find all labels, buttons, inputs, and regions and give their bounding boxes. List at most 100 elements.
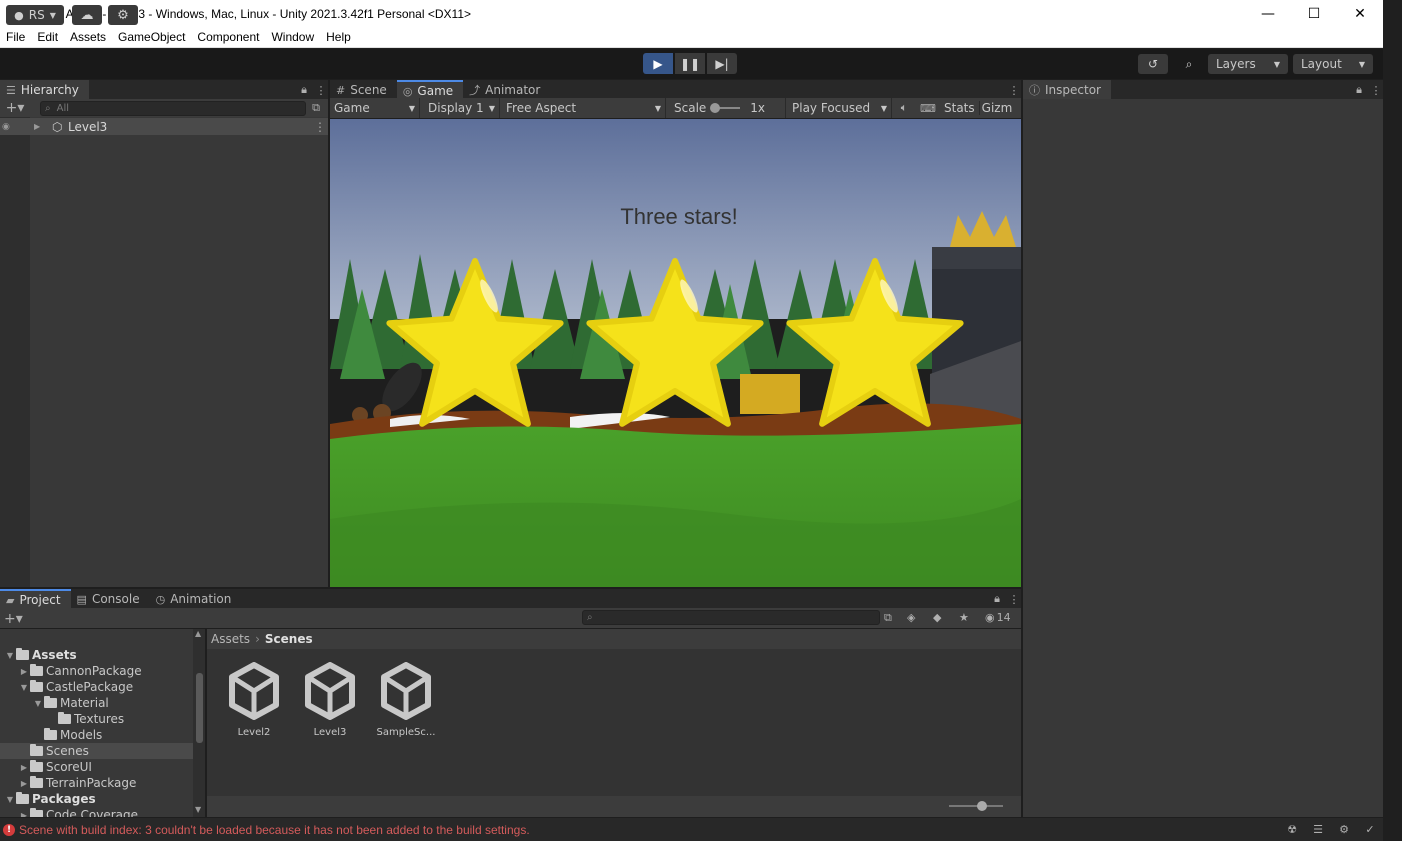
gizmos-button[interactable]: Gizm xyxy=(978,101,1015,115)
lock-icon[interactable]: 🔒︎ xyxy=(1349,80,1369,100)
status-error-message[interactable]: Scene with build index: 3 couldn't be lo… xyxy=(19,823,530,837)
search-button[interactable]: ⌕ xyxy=(1175,54,1203,74)
tree-item[interactable]: ▶ ScoreUI xyxy=(0,759,205,775)
cloud-button[interactable]: ☁ xyxy=(72,5,102,25)
play-mode-dropdown[interactable]: Play Focused ▼ xyxy=(786,98,892,118)
undo-history-button[interactable]: ↺ xyxy=(1138,54,1168,74)
auto-generate-lighting-icon[interactable]: ☢ xyxy=(1279,823,1305,836)
game-mode-dropdown[interactable]: Game ▼ xyxy=(330,98,420,118)
tree-item[interactable]: Models xyxy=(0,727,205,743)
more-options-icon[interactable]: ⋮ xyxy=(1369,80,1383,100)
search-scope-icon[interactable]: ⧉ xyxy=(884,611,892,625)
tab-inspector[interactable]: ⓘ Inspector xyxy=(1023,80,1111,100)
scene-asset[interactable]: SampleSc... xyxy=(374,662,438,738)
chevron-down-icon[interactable]: ▼ xyxy=(4,795,16,804)
close-button[interactable]: ✕ xyxy=(1337,0,1383,27)
play-button[interactable]: ▶ xyxy=(643,53,673,74)
tree-item[interactable]: ▼ Assets xyxy=(0,647,205,663)
tree-item[interactable]: Textures xyxy=(0,711,205,727)
eye-icon[interactable]: ◉ xyxy=(2,122,16,132)
pause-button[interactable]: ❚❚ xyxy=(675,53,705,74)
chevron-right-icon[interactable]: ▶ xyxy=(18,667,30,676)
account-button[interactable]: ● RS ▼ xyxy=(6,5,64,25)
scale-track[interactable] xyxy=(710,103,741,113)
scale-slider[interactable]: Scale 1x xyxy=(666,98,786,118)
chevron-right-icon[interactable]: ▶ xyxy=(18,763,30,772)
chevron-down-icon[interactable]: ▼ xyxy=(32,699,44,708)
tree-item[interactable]: Scenes xyxy=(0,743,205,759)
lock-icon[interactable]: 🔒︎ xyxy=(987,589,1007,609)
game-viewport[interactable]: Three stars! xyxy=(330,119,1021,587)
menu-help[interactable]: Help xyxy=(320,30,357,44)
tab-console[interactable]: ▤ Console xyxy=(71,589,150,609)
chevron-down-icon[interactable]: ▼ xyxy=(4,651,16,660)
scene-visibility-icon[interactable]: ⧉ xyxy=(306,101,326,115)
chevron-down-icon[interactable]: ▼ xyxy=(18,683,30,692)
scene-asset[interactable]: Level2 xyxy=(222,662,286,738)
tab-game[interactable]: ◎ Game xyxy=(396,80,464,100)
scroll-down-icon[interactable]: ▼ xyxy=(195,805,201,814)
mute-audio-icon[interactable]: 🔈︎ xyxy=(892,101,916,115)
hierarchy-search-input[interactable]: ⌕ All xyxy=(40,100,306,116)
aspect-dropdown[interactable]: Free Aspect ▼ xyxy=(500,98,666,118)
menu-edit[interactable]: Edit xyxy=(31,30,64,44)
keyboard-shortcuts-icon[interactable]: ⌨ xyxy=(916,102,940,115)
lock-icon[interactable]: 🔒︎ xyxy=(294,80,314,100)
icon-size-slider[interactable] xyxy=(949,801,1003,811)
progress-check-icon[interactable]: ✓ xyxy=(1357,823,1383,836)
tree-item[interactable]: ▼ Material xyxy=(0,695,205,711)
chevron-right-icon[interactable]: ▶ xyxy=(18,779,30,788)
tab-animator[interactable]: ⤴ Animator xyxy=(463,80,550,100)
layout-dropdown[interactable]: Layout ▼ xyxy=(1293,54,1373,74)
menu-component[interactable]: Component xyxy=(191,30,265,44)
tab-hierarchy[interactable]: ☰ Hierarchy xyxy=(0,80,89,100)
debug-mode-icon[interactable]: ⚙ xyxy=(1331,823,1357,836)
minimize-button[interactable]: — xyxy=(1245,0,1291,27)
tree-item[interactable]: ▶ Code Coverage xyxy=(0,807,205,817)
chevron-right-icon[interactable]: ▶ xyxy=(18,811,30,818)
slider-handle[interactable] xyxy=(977,801,987,811)
chevron-right-icon[interactable]: ▶ xyxy=(34,122,52,131)
hierarchy-scene-row[interactable]: ◉ ▶ ⬡ Level3 ⋮ xyxy=(0,118,328,135)
display-dropdown[interactable]: Display 1 ▼ xyxy=(420,98,500,118)
filter-type-icon[interactable]: ◈ xyxy=(907,611,915,624)
tab-project[interactable]: ▰ Project xyxy=(0,589,71,609)
scale-handle[interactable] xyxy=(710,103,721,113)
menu-file[interactable]: File xyxy=(0,30,31,44)
tree-item[interactable]: ▼ Packages xyxy=(0,791,205,807)
more-options-icon[interactable]: ⋮ xyxy=(1007,589,1021,609)
more-options-icon[interactable]: ⋮ xyxy=(314,120,328,134)
favorites-star-icon[interactable]: ★ xyxy=(959,611,969,624)
tree-item-label: TerrainPackage xyxy=(46,776,137,790)
create-button[interactable]: +▾ xyxy=(4,611,23,627)
menu-gameobject[interactable]: GameObject xyxy=(112,30,191,44)
tree-item[interactable]: ▼ CastlePackage xyxy=(0,679,205,695)
breadcrumb-assets[interactable]: Assets xyxy=(211,632,250,646)
scrollbar-thumb[interactable] xyxy=(196,673,203,743)
layers-dropdown[interactable]: Layers ▼ xyxy=(1208,54,1288,74)
tab-scene[interactable]: # Scene xyxy=(330,80,397,100)
tree-item[interactable]: ▶ TerrainPackage xyxy=(0,775,205,791)
list-icon: ☰ xyxy=(6,83,16,97)
cache-server-icon[interactable]: ☰ xyxy=(1305,823,1331,836)
chevron-down-icon: ▼ xyxy=(880,103,887,113)
label-tag-icon[interactable]: ◆ xyxy=(933,611,941,624)
project-search-input[interactable]: ⌕ xyxy=(582,610,880,625)
more-options-icon[interactable]: ⋮ xyxy=(1007,80,1021,100)
scroll-up-icon[interactable]: ▲ xyxy=(195,629,201,638)
tree-item[interactable]: ▶ CannonPackage xyxy=(0,663,205,679)
maximize-button[interactable]: ☐ xyxy=(1291,0,1337,27)
project-tree-scrollbar[interactable]: ▲ ▼ xyxy=(193,629,205,817)
scene-asset[interactable]: Level3 xyxy=(298,662,362,738)
menu-window[interactable]: Window xyxy=(265,30,320,44)
step-button[interactable]: ▶| xyxy=(707,53,737,74)
menu-assets[interactable]: Assets xyxy=(64,30,112,44)
services-button[interactable]: ⚙ xyxy=(108,5,138,25)
breadcrumb-scenes[interactable]: Scenes xyxy=(265,632,313,646)
stats-button[interactable]: Stats xyxy=(940,101,979,115)
hidden-packages-toggle[interactable]: ◉ 14 xyxy=(985,611,1011,624)
more-options-icon[interactable]: ⋮ xyxy=(314,80,328,100)
error-icon: ! xyxy=(3,823,15,836)
tab-animation[interactable]: ◷ Animation xyxy=(150,589,242,609)
create-button[interactable]: +▾ xyxy=(0,100,30,116)
